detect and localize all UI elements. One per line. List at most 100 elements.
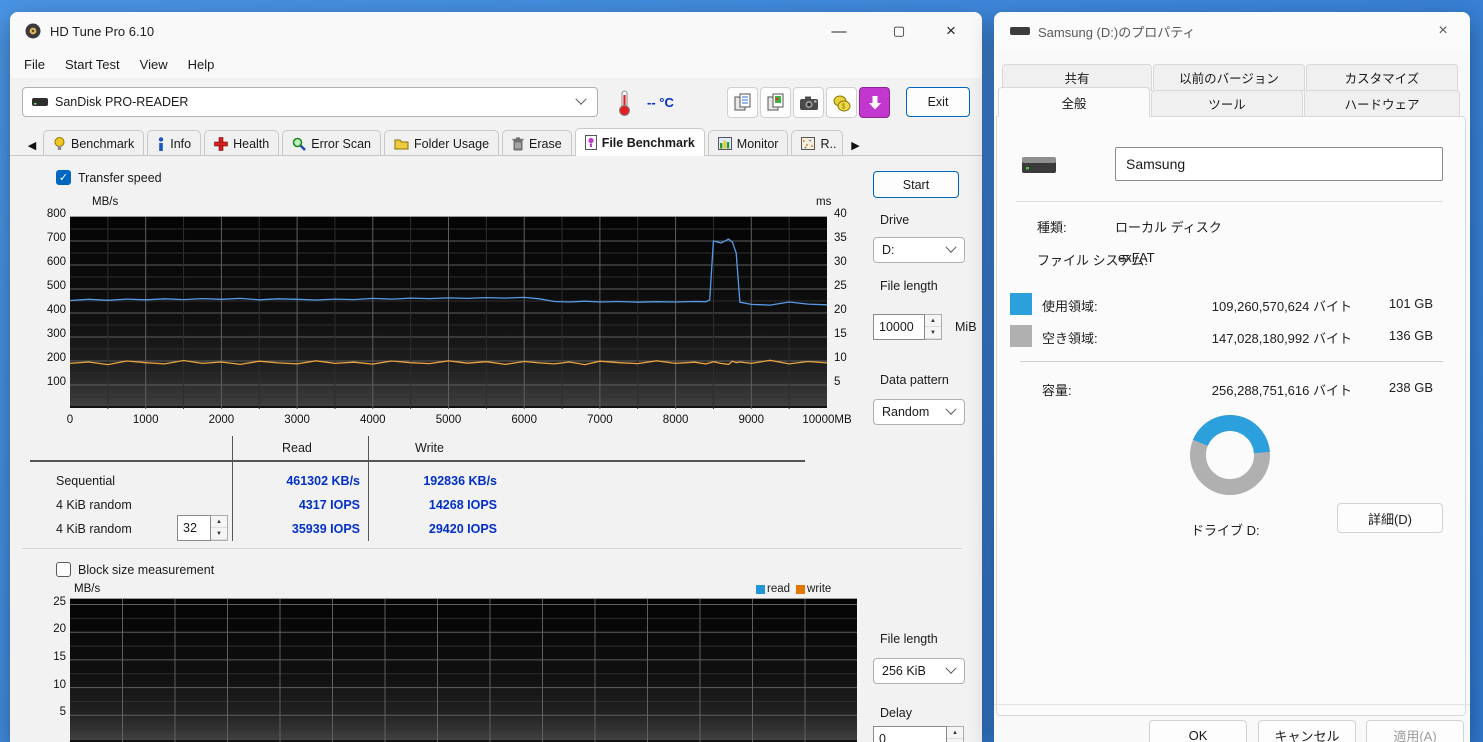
copy-text-button[interactable] [727,87,758,118]
spin-down-icon[interactable]: ▼ [925,327,941,339]
menu-file[interactable]: File [14,53,55,76]
screenshot-button[interactable] [793,87,824,118]
svg-text:$: $ [841,103,845,110]
menu-help[interactable]: Help [178,53,225,76]
props-titlebar[interactable]: Samsung (D:)のプロパティ × [994,12,1470,50]
delay-spinner[interactable]: 0 ▲▼ [873,726,964,742]
axis-tick: 800 [38,208,66,220]
tab-hardware[interactable]: ハードウェア [1304,90,1460,117]
block-size-checkbox[interactable]: Block size measurement [56,562,214,577]
menu-start-test[interactable]: Start Test [55,53,130,76]
spin-down-icon[interactable]: ▼ [211,528,227,540]
tab-file-benchmark[interactable]: File Benchmark [575,128,705,156]
data-pattern-combo[interactable]: Random [873,399,965,425]
drive-icon [32,96,48,108]
tab-label: Info [170,137,191,151]
download-arrow-icon [867,95,883,111]
maximize-button[interactable]: ▢ [876,12,922,50]
drive-select-value: SanDisk PRO-READER [55,95,188,109]
save-results-button[interactable] [859,87,890,118]
menu-view[interactable]: View [130,53,178,76]
benchmark-bulb-icon [53,137,66,151]
tab-health[interactable]: Health [204,130,279,156]
block-size-label: Block size measurement [78,563,214,577]
tab-folder-usage[interactable]: Folder Usage [384,130,499,156]
delay-value[interactable]: 0 [873,726,947,742]
tab-benchmark[interactable]: Benchmark [43,130,144,156]
chevron-down-icon [945,404,956,415]
exit-button[interactable]: Exit [906,87,970,117]
tab-general[interactable]: 全般 [998,87,1150,117]
minimize-button[interactable]: — [816,12,862,50]
file-length-unit: MiB [955,320,977,334]
axis-tick: 15 [834,328,847,340]
spin-up-icon[interactable]: ▲ [925,315,941,327]
row-random-qd-label: 4 KiB random [56,522,132,536]
tab-customize[interactable]: カスタマイズ [1306,64,1458,91]
tab-previous-versions[interactable]: 以前のバージョン [1153,64,1305,91]
tab-erase[interactable]: Erase [502,130,572,156]
free-label: 空き領域: [1042,328,1098,347]
app-disk-icon [24,22,42,40]
queue-depth-value[interactable]: 32 [177,515,211,541]
tab-label: File Benchmark [602,136,695,150]
axis-tick: 40 [834,208,847,220]
tab-scroll-left-icon[interactable]: ◀ [24,134,40,156]
file-length-value[interactable]: 10000 [873,314,925,340]
tab-random-access[interactable]: R.. [791,130,843,156]
axis-tick: 25 [38,596,66,608]
tab-monitor[interactable]: Monitor [708,130,789,156]
axis-tick: 20 [834,304,847,316]
thermometer-icon[interactable] [614,89,634,117]
ok-button[interactable]: OK [1149,720,1247,742]
legend-write-label: write [807,583,831,595]
used-bytes: 109,260,570,624 バイト [1172,296,1352,315]
tab-scroll-right-icon[interactable]: ▶ [847,134,863,156]
file-length2-combo[interactable]: 256 KiB [873,658,965,684]
tab-label: Error Scan [311,137,371,151]
data-pattern-label: Data pattern [880,373,949,387]
spin-up-icon[interactable]: ▲ [211,516,227,528]
drive-combo[interactable]: D: [873,237,965,263]
hdtune-titlebar[interactable]: HD Tune Pro 6.10 — ▢ × [10,12,982,50]
donate-button[interactable]: $ [826,87,857,118]
transfer-speed-checkbox[interactable]: ✓ Transfer speed [56,170,162,185]
details-button[interactable]: 詳細(D) [1337,503,1443,533]
separator [1020,361,1443,362]
cancel-button[interactable]: キャンセル [1258,720,1356,742]
drive-image-icon [1020,151,1058,181]
tab-error-scan[interactable]: Error Scan [282,130,381,156]
block-chart-ylabel: MB/s [74,583,100,595]
drive-select-combo[interactable]: SanDisk PRO-READER [22,87,598,117]
drive-name-input[interactable]: Samsung [1115,147,1443,181]
tab-label: Benchmark [71,137,134,151]
tab-label: Folder Usage [414,137,489,151]
checkbox-unchecked-icon [56,562,71,577]
close-button[interactable]: × [928,12,974,50]
close-icon[interactable]: × [1420,12,1466,50]
random-read-value: 4317 IOPS [240,498,360,512]
copy-image-button[interactable] [760,87,791,118]
block-size-chart [70,598,857,742]
chevron-down-icon [575,94,586,105]
copy-image-icon [767,93,785,113]
used-space-swatch [1010,293,1032,315]
tab-label: R.. [820,137,836,151]
tab-info[interactable]: Info [147,130,201,156]
queue-depth-spinner[interactable]: 32 ▲▼ [177,515,228,541]
tab-tools[interactable]: ツール [1151,90,1303,117]
axis-tick: 600 [38,256,66,268]
file-length-label: File length [880,279,938,293]
type-value: ローカル ディスク [1115,217,1222,236]
trash-icon [512,137,524,151]
axis-tick: 10 [834,352,847,364]
magnifier-icon [292,137,306,151]
footer-separator [994,704,1470,705]
spin-up-icon[interactable]: ▲ [947,727,963,739]
menubar: File Start Test View Help [10,50,982,78]
file-benchmark-icon [585,135,597,150]
file-length-spinner[interactable]: 10000 ▲▼ [873,314,942,340]
apply-button[interactable]: 適用(A) [1366,720,1464,742]
start-button[interactable]: Start [873,171,959,198]
capacity-size: 238 GB [1363,380,1433,395]
